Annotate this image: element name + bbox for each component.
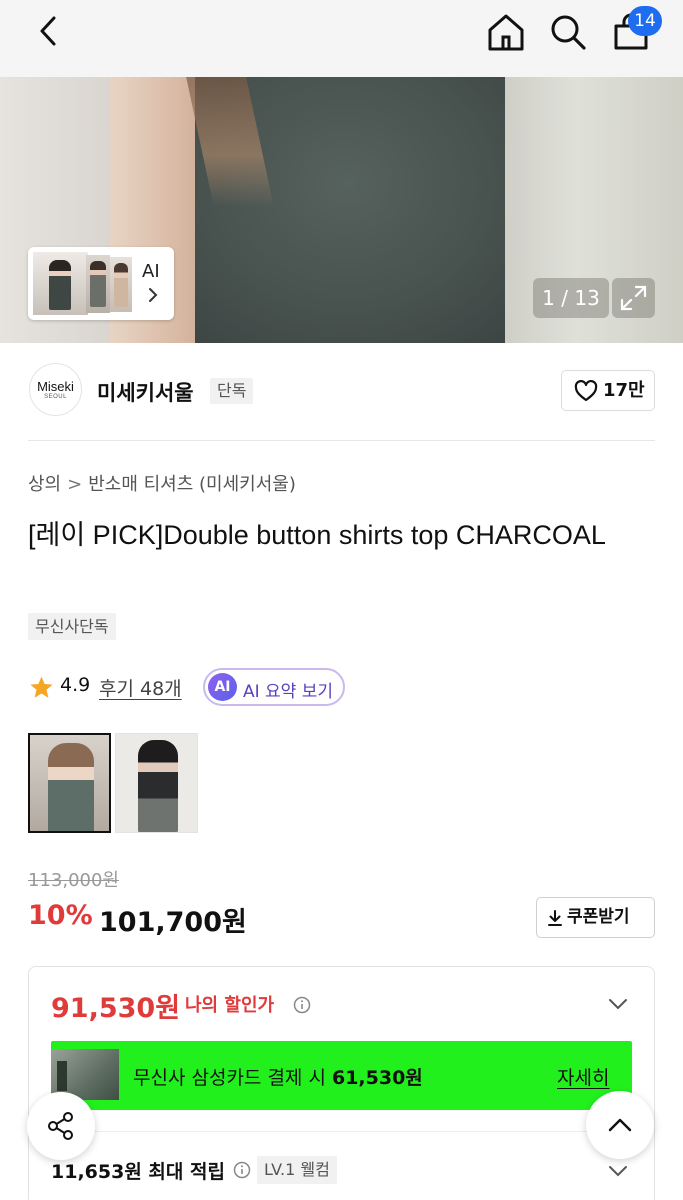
heart-icon [574, 380, 598, 402]
breadcrumb-separator: > [67, 474, 83, 495]
breadcrumb: 상의 > 반소매 티셔츠 (미세키서울) [28, 470, 296, 496]
card-promo-text: 무신사 삼성카드 결제 시 61,530원 [133, 1063, 423, 1090]
coupon-label: 쿠폰받기 [567, 907, 630, 927]
color-option-thumbnail[interactable] [115, 733, 198, 833]
ai-badge-icon: AI [208, 673, 237, 701]
card-promo-label: 무신사 삼성카드 결제 시 [133, 1067, 326, 1089]
brand-logo-text: Miseki [37, 379, 74, 394]
home-icon[interactable] [484, 10, 528, 54]
like-button[interactable]: 17만 [561, 370, 655, 411]
info-icon[interactable] [233, 1161, 251, 1179]
thumbnail-model [138, 740, 178, 832]
cart-count-badge: 14 [628, 6, 662, 36]
product-title: [레이 PICK]Double button shirts top CHARCO… [28, 520, 606, 550]
color-option-thumbnail[interactable] [28, 733, 111, 833]
thumbnail-model [48, 743, 94, 831]
brand-exclusive-tag: 단독 [210, 378, 254, 404]
review-count-link[interactable]: 후기 48개 [99, 674, 182, 701]
share-icon [48, 1112, 73, 1140]
share-button[interactable] [27, 1092, 95, 1160]
ai-summary-label: AI 요약 보기 [243, 682, 334, 702]
rating-score: 4.9 [60, 674, 91, 696]
chevron-right-icon [149, 287, 189, 303]
brand-logo[interactable]: Miseki SEOUL [29, 363, 82, 416]
brand-name[interactable]: 미세키서울 [97, 377, 194, 407]
ai-thumb-image [86, 255, 110, 313]
back-icon[interactable] [30, 12, 70, 52]
card-promo-price: 61,530원 [331, 1067, 423, 1089]
divider [28, 440, 655, 441]
divider [51, 1131, 632, 1132]
discount-rate: 10% [28, 900, 93, 931]
member-level-badge: LV.1 웰컴 [257, 1156, 337, 1184]
star-icon [29, 675, 54, 700]
chevron-down-icon[interactable] [607, 1163, 629, 1179]
chevron-down-icon[interactable] [607, 996, 629, 1012]
like-count: 17만 [603, 380, 645, 401]
original-price: 113,000원 [28, 870, 119, 891]
brand-logo-subtext: SEOUL [44, 394, 67, 400]
scroll-top-button[interactable] [586, 1091, 654, 1159]
my-discount-label: 나의 할인가 [185, 995, 275, 1016]
search-icon[interactable] [546, 10, 590, 54]
breadcrumb-subcategory[interactable]: 반소매 티셔츠 (미세키서울) [88, 474, 296, 495]
expand-icon[interactable] [612, 278, 655, 318]
card-promo-details-link[interactable]: 자세히 [557, 1063, 609, 1090]
ai-summary-button[interactable]: AI AI 요약 보기 [203, 668, 345, 706]
ai-thumb-image [110, 257, 132, 312]
ai-thumb-label: AI [142, 261, 160, 282]
exclusive-badge: 무신사단독 [28, 613, 116, 640]
download-icon [548, 910, 562, 926]
image-counter: 1 / 13 [533, 278, 609, 318]
chevron-up-icon [608, 1118, 632, 1132]
top-bar: 14 [0, 0, 683, 77]
ai-fitting-thumbnail[interactable]: AI [28, 247, 174, 320]
my-discount-price: 91,530원 [51, 993, 181, 1024]
max-points: 11,653원 최대 적립 [51, 1161, 225, 1183]
sale-price: 101,700원 [99, 907, 247, 938]
breadcrumb-category[interactable]: 상의 [28, 474, 61, 495]
info-icon[interactable] [293, 996, 311, 1014]
coupon-download-button[interactable]: 쿠폰받기 [536, 897, 655, 938]
ai-thumb-image [33, 252, 88, 315]
